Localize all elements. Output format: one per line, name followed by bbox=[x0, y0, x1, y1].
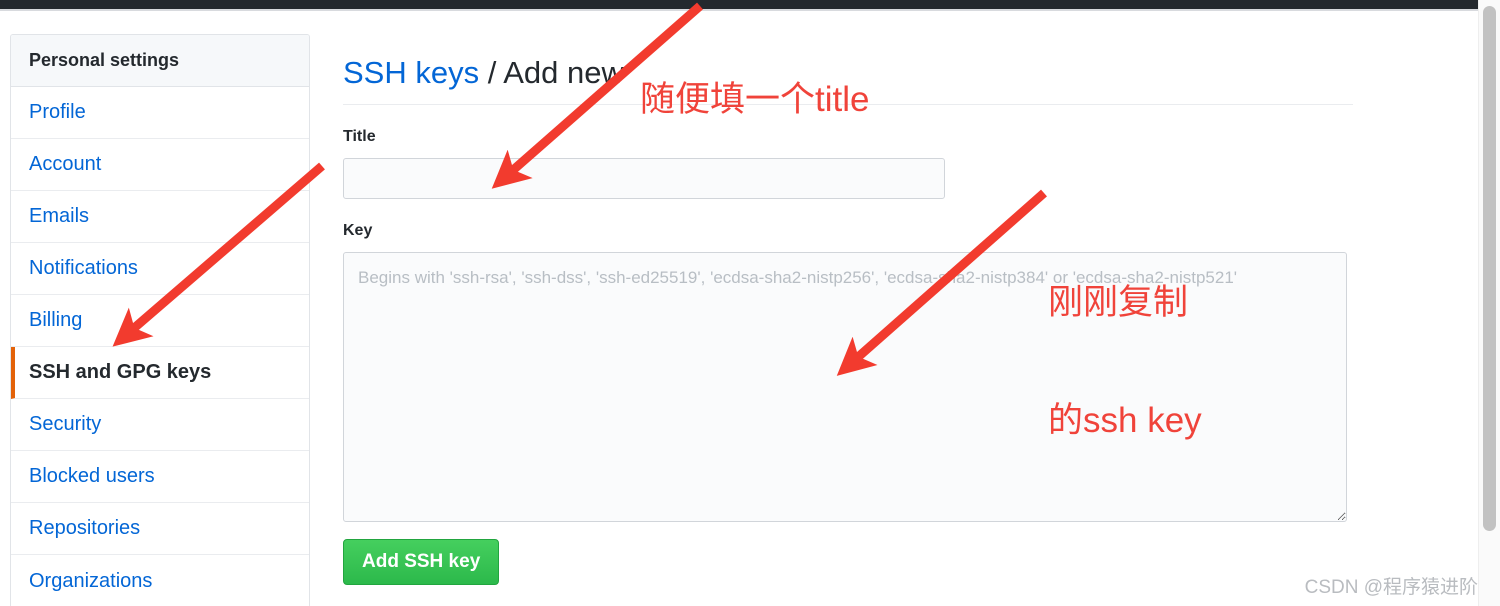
sidebar-item-notifications[interactable]: Notifications bbox=[11, 243, 309, 295]
sidebar-item-security[interactable]: Security bbox=[11, 399, 309, 451]
annotation-key-note: 刚刚复制 的ssh key bbox=[1048, 205, 1202, 519]
sidebar-item-profile[interactable]: Profile bbox=[11, 87, 309, 139]
sidebar-item-organizations[interactable]: Organizations bbox=[11, 555, 309, 606]
csdn-watermark: CSDN @程序猿进阶 bbox=[1304, 577, 1478, 598]
sidebar-item-ssh-and-gpg-keys[interactable]: SSH and GPG keys bbox=[11, 347, 309, 399]
vertical-scrollbar-thumb[interactable] bbox=[1483, 6, 1496, 531]
sidebar-item-billing[interactable]: Billing bbox=[11, 295, 309, 347]
sidebar-item-repositories[interactable]: Repositories bbox=[11, 503, 309, 555]
sidebar-item-account[interactable]: Account bbox=[11, 139, 309, 191]
sidebar-item-label: Account bbox=[29, 153, 102, 175]
title-input[interactable] bbox=[343, 158, 945, 200]
sidebar-item-label: Organizations bbox=[29, 569, 153, 592]
sidebar-item-label: Profile bbox=[29, 101, 86, 123]
annotation-key-note-line1: 刚刚复制 bbox=[1048, 283, 1189, 323]
app-screenshot: Personal settings Profile Account Emails… bbox=[0, 0, 1500, 606]
sidebar-item-label: Emails bbox=[29, 205, 90, 227]
sidebar-item-emails[interactable]: Emails bbox=[11, 191, 309, 243]
annotation-key-note-line2: 的ssh key bbox=[1048, 400, 1202, 440]
personal-settings-sidebar: Personal settings Profile Account Emails… bbox=[10, 34, 310, 606]
sidebar-item-label: Billing bbox=[29, 309, 83, 331]
top-dark-header-bar bbox=[0, 0, 1478, 9]
breadcrumb-ssh-keys-link[interactable]: SSH keys bbox=[343, 55, 479, 90]
sidebar-item-label: SSH and GPG keys bbox=[29, 361, 212, 383]
breadcrumb-separator: / bbox=[479, 54, 504, 90]
sidebar-item-label: Repositories bbox=[29, 517, 141, 539]
title-field-label: Title bbox=[343, 128, 376, 146]
sidebar-item-label: Security bbox=[29, 413, 102, 435]
annotation-title-note: 随便填一个title bbox=[640, 80, 870, 119]
vertical-scrollbar-track[interactable] bbox=[1478, 0, 1500, 606]
breadcrumb-current: Add new bbox=[503, 54, 624, 90]
sidebar-item-blocked-users[interactable]: Blocked users bbox=[11, 451, 309, 503]
sidebar-header: Personal settings bbox=[11, 35, 309, 87]
sidebar-item-label: Blocked users bbox=[29, 465, 155, 487]
add-ssh-key-button[interactable]: Add SSH key bbox=[343, 539, 500, 586]
sidebar-item-label: Notifications bbox=[29, 257, 138, 279]
